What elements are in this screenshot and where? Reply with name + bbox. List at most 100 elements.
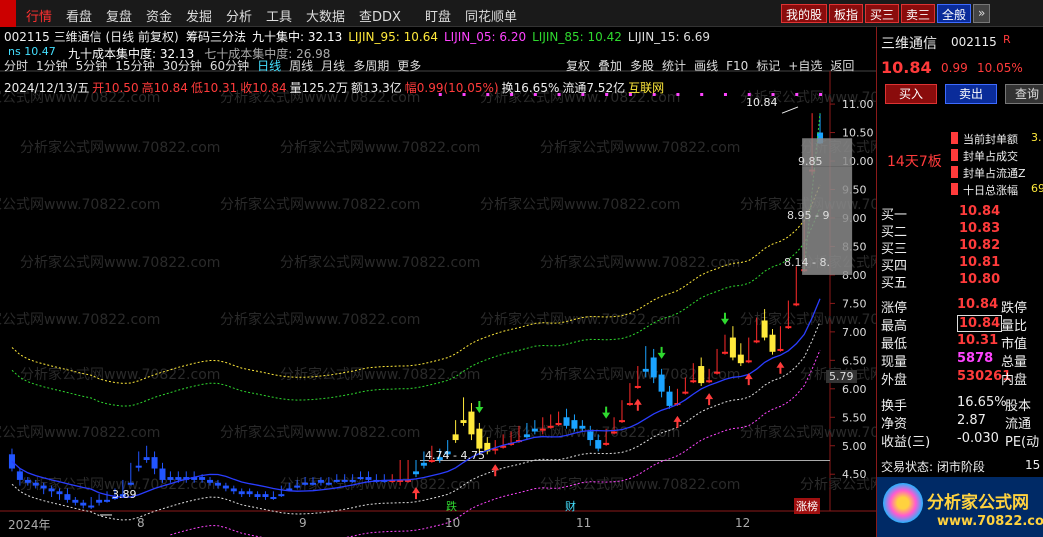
candle-body-82[interactable]: [658, 374, 665, 392]
candle-body-73[interactable]: [587, 431, 594, 441]
candle-body-6[interactable]: [56, 491, 63, 495]
candle-body-45[interactable]: [365, 477, 372, 480]
candle-body-9[interactable]: [80, 502, 87, 506]
candle-body-36[interactable]: [294, 485, 301, 488]
candle-body-85[interactable]: [682, 391, 689, 394]
candle-body-79[interactable]: [634, 385, 641, 388]
chart-tool-4[interactable]: 画线: [694, 59, 718, 73]
candle-body-37[interactable]: [302, 482, 309, 485]
candle-body-10[interactable]: [88, 505, 95, 508]
period-10[interactable]: 更多: [397, 59, 421, 73]
candle-body-28[interactable]: [230, 488, 237, 492]
candle-body-1[interactable]: [16, 471, 23, 480]
candle-body-57[interactable]: [460, 420, 467, 423]
candle-body-96[interactable]: [769, 334, 776, 352]
period-9[interactable]: 多周期: [353, 59, 389, 73]
candle-body-34[interactable]: [278, 494, 285, 497]
menu-item-2[interactable]: 复盘: [106, 6, 132, 25]
candle-body-67[interactable]: [539, 428, 546, 431]
candle-body-5[interactable]: [48, 488, 55, 492]
candle-body-80[interactable]: [642, 368, 649, 372]
candle-body-51[interactable]: [412, 471, 420, 475]
menu-right-button-1[interactable]: 板指: [829, 4, 864, 23]
period-2[interactable]: 5分钟: [76, 59, 108, 73]
candle-body-69[interactable]: [555, 422, 562, 425]
candle-body-16[interactable]: [135, 465, 142, 468]
candle-body-30[interactable]: [246, 491, 253, 495]
candle-body-75[interactable]: [603, 442, 610, 445]
menu-item-7[interactable]: 大数据: [306, 6, 345, 25]
candle-body-88[interactable]: [706, 380, 713, 383]
candle-body-99[interactable]: [793, 303, 800, 306]
candle-body-26[interactable]: [214, 482, 221, 486]
candle-body-25[interactable]: [207, 479, 214, 483]
candle-body-71[interactable]: [571, 420, 578, 429]
candle-body-40[interactable]: [325, 482, 332, 485]
candle-body-21[interactable]: [175, 477, 182, 480]
candle-body-41[interactable]: [333, 479, 340, 482]
candle-body-33[interactable]: [270, 497, 277, 499]
candle-body-59[interactable]: [476, 428, 483, 449]
candle-body-97[interactable]: [777, 348, 784, 351]
candle-body-20[interactable]: [167, 477, 174, 480]
candle-body-56[interactable]: [452, 434, 459, 441]
candle-body-8[interactable]: [72, 499, 79, 503]
candle-body-15[interactable]: [127, 482, 134, 485]
sell-button[interactable]: 卖出: [945, 84, 997, 104]
menu-right-button-5[interactable]: »: [973, 4, 991, 23]
menu-item-4[interactable]: 发掘: [186, 6, 212, 25]
candle-body-94[interactable]: [753, 340, 760, 343]
period-7[interactable]: 周线: [289, 59, 313, 73]
candle-body-74[interactable]: [595, 440, 602, 449]
period-0[interactable]: 分时: [4, 59, 28, 73]
menu-item-1[interactable]: 看盘: [66, 6, 92, 25]
badge-drop[interactable]: 跌: [446, 498, 457, 514]
period-1[interactable]: 1分钟: [36, 59, 68, 73]
chart-tool-3[interactable]: 统计: [662, 59, 686, 73]
menu-item-3[interactable]: 资金: [146, 6, 172, 25]
candle-body-44[interactable]: [357, 477, 364, 480]
candle-body-70[interactable]: [563, 417, 570, 426]
candle-body-83[interactable]: [666, 391, 673, 406]
chart-tool-8[interactable]: 返回: [830, 59, 854, 73]
period-3[interactable]: 15分钟: [115, 59, 154, 73]
badge-rank[interactable]: 涨榜: [794, 498, 820, 514]
candle-body-92[interactable]: [737, 354, 744, 364]
candle-body-72[interactable]: [579, 425, 586, 429]
candle-body-52[interactable]: [420, 462, 427, 466]
candle-body-86[interactable]: [690, 380, 697, 383]
menu-item-9[interactable]: 盯盘: [425, 6, 451, 25]
candle-body-81[interactable]: [650, 357, 657, 378]
candle-body-43[interactable]: [349, 479, 356, 482]
candle-body-78[interactable]: [626, 403, 633, 406]
candle-body-91[interactable]: [729, 337, 736, 358]
candle-body-2[interactable]: [24, 479, 31, 483]
candle-body-39[interactable]: [317, 479, 324, 483]
candle-body-0[interactable]: [8, 454, 15, 469]
chart-tool-0[interactable]: 复权: [566, 59, 590, 73]
candle-body-12[interactable]: [104, 499, 111, 502]
chart-tool-1[interactable]: 叠加: [598, 59, 622, 73]
candle-body-38[interactable]: [309, 482, 317, 485]
chart-tool-6[interactable]: 标记: [756, 59, 780, 73]
menu-right-button-3[interactable]: 卖三: [901, 4, 936, 23]
candle-body-58[interactable]: [468, 411, 475, 435]
candle-body-76[interactable]: [611, 431, 618, 434]
candle-body-11[interactable]: [96, 499, 103, 503]
menu-item-8[interactable]: 查DDX: [359, 6, 401, 25]
candle-body-3[interactable]: [32, 482, 39, 486]
candle-body-77[interactable]: [618, 420, 625, 423]
badge-finance[interactable]: 财: [565, 498, 576, 514]
candle-body-24[interactable]: [199, 477, 206, 480]
period-5[interactable]: 60分钟: [210, 59, 249, 73]
candle-body-27[interactable]: [222, 485, 229, 489]
app-logo-icon[interactable]: [0, 0, 16, 27]
chart-tool-7[interactable]: +自选: [788, 59, 822, 73]
candle-body-68[interactable]: [547, 425, 554, 428]
candle-body-93[interactable]: [745, 360, 752, 363]
candle-body-42[interactable]: [341, 479, 348, 482]
candle-body-65[interactable]: [523, 434, 530, 438]
chart-tool-5[interactable]: F10: [726, 59, 748, 73]
candle-body-7[interactable]: [64, 494, 71, 500]
period-6[interactable]: 日线: [257, 59, 281, 73]
